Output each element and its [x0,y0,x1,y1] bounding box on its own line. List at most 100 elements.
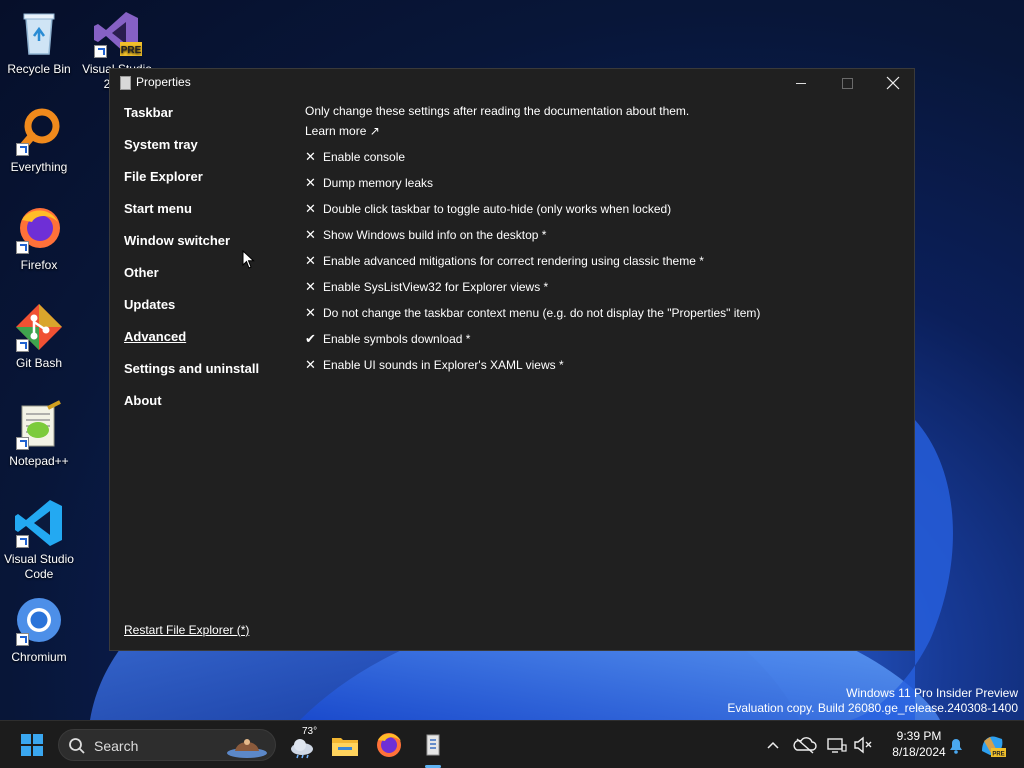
cross-icon: ✕ [305,175,316,190]
title-bar[interactable]: Properties [110,69,914,97]
properties-window: Properties Taskbar System tray File Expl… [109,68,915,651]
desktop-icon-label: Git Bash [15,356,63,370]
search-icon [69,738,85,754]
minimize-button[interactable] [778,69,824,97]
option-row[interactable]: ✕ Enable advanced mitigations for correct… [305,253,905,279]
git-bash-icon [14,302,64,352]
cross-icon: ✕ [305,357,316,372]
nav-item-label: Settings and uninstall [124,361,260,376]
taskbar-search-box[interactable]: Search [58,729,276,761]
desktop-icon-label: Visual Studio Code [4,552,74,581]
nav-item-label: System tray [124,137,198,152]
learn-more-link[interactable]: Learn more ↗ [305,123,905,149]
options-list: ✕ Enable console ✕ Dump memory leaks ✕ Double… [305,149,905,383]
desktop-icon-label: Chromium [11,650,67,664]
app-icon [120,76,131,90]
desktop-icon-label: Firefox [20,258,58,272]
windows-start-icon [21,734,43,756]
nav-item-window-switcher[interactable]: Window switcher [124,233,294,265]
option-row[interactable]: ✕ Show Windows build info on the desktop … [305,227,905,253]
chromium-icon [14,596,64,646]
option-label: Enable SysListView32 for Explorer views … [323,280,549,294]
nav-item-start-menu[interactable]: Start menu [124,201,294,233]
cross-icon: ✕ [305,279,316,294]
desktop-icon-notepad-plus-plus[interactable]: Notepad++ [0,400,78,469]
nav-item-advanced[interactable]: Advanced [124,329,294,361]
show-hidden-icons-button[interactable] [757,729,789,761]
cross-icon: ✕ [305,253,316,268]
firefox-icon [14,204,64,254]
desktop-icon-firefox[interactable]: Firefox [0,204,78,273]
desktop-icon-label: Notepad++ [9,454,69,468]
file-explorer-icon [332,738,358,756]
shortcut-arrow-icon [94,45,107,58]
maximize-button[interactable] [824,69,870,97]
option-label: Do not change the taskbar context menu (… [323,306,761,320]
copilot-pre-badge: PRE [992,752,1004,758]
nav-item-file-explorer[interactable]: File Explorer [124,169,294,201]
shortcut-arrow-icon [16,437,29,450]
close-button[interactable] [870,69,916,97]
nav-item-about[interactable]: About [124,393,294,425]
desktop-icon-label: Recycle Bin [7,62,71,76]
build-watermark: Windows 11 Pro Insider Preview Evaluatio… [727,686,1018,716]
nav-item-other[interactable]: Other [124,265,294,297]
restart-file-explorer-link[interactable]: Restart File Explorer (*) [124,623,249,637]
desktop-icon-recycle-bin[interactable]: Recycle Bin [0,8,78,77]
option-row[interactable]: ✕ Enable SysListView32 for Explorer views… [305,279,905,305]
shortcut-arrow-icon [16,241,29,254]
chevron-up-icon [767,741,779,749]
cross-icon: ✕ [305,201,316,216]
taskbar-file-explorer[interactable] [329,729,361,761]
cross-icon: ✕ [305,149,316,164]
onedrive-status[interactable] [789,729,821,761]
settings-nav: Taskbar System tray File Explorer Start … [124,105,294,425]
volume-status[interactable] [846,729,878,761]
notepad-plus-plus-icon [14,400,64,450]
properties-app-icon [426,734,440,756]
option-label: Double click taskbar to toggle auto-hide… [323,202,672,216]
speaker-muted-icon [854,736,872,754]
shortcut-arrow-icon [16,143,29,156]
nav-item-taskbar[interactable]: Taskbar [124,105,294,137]
option-row[interactable]: ✕ Enable UI sounds in Explorer's XAML vie… [305,357,905,383]
shortcut-arrow-icon [16,535,29,548]
shortcut-arrow-icon [16,339,29,352]
option-row[interactable]: ✕ Enable console [305,149,905,175]
desktop-icon-label: Everything [10,160,68,174]
weather-temperature: 73° [302,726,318,737]
desktop-icon-git-bash[interactable]: Git Bash [0,302,78,371]
maximize-icon [842,78,853,89]
desktop-icon-chromium[interactable]: Chromium [0,596,78,665]
desktop-icon-vscode[interactable]: Visual Studio Code [0,498,78,582]
copilot-button[interactable]: PRE [976,729,1008,761]
taskbar-properties-window[interactable] [417,729,449,761]
bell-icon [950,739,962,754]
option-row[interactable]: ✕ Double click taskbar to toggle auto-hid… [305,201,905,227]
option-row[interactable]: ✕ Do not change the taskbar context menu … [305,305,905,331]
option-label: Enable advanced mitigations for correct … [323,254,704,268]
vscode-icon [14,498,64,548]
start-button[interactable] [16,729,48,761]
documentation-note: Only change these settings after reading… [305,104,690,118]
nav-item-label: Start menu [124,201,192,216]
everything-search-icon [14,106,64,156]
advanced-settings-panel: Only change these settings after reading… [305,103,905,383]
nav-item-label: Other [124,265,159,280]
watermark-build: Evaluation copy. Build 26080.ge_release.… [727,701,1018,715]
option-row[interactable]: ✔ Enable symbols download * [305,331,905,357]
search-highlight-icon [227,739,267,758]
option-row[interactable]: ✕ Dump memory leaks [305,175,905,201]
pre-badge: PRE [121,45,142,56]
nav-item-updates[interactable]: Updates [124,297,294,329]
checkmark-icon: ✔ [305,331,316,346]
desktop-icon-everything[interactable]: Everything [0,106,78,175]
shortcut-arrow-icon [16,633,29,646]
nav-item-system-tray[interactable]: System tray [124,137,294,169]
minimize-icon [796,83,806,84]
copilot-icon: PRE [982,736,1006,758]
notifications-button[interactable] [940,729,972,761]
nav-item-settings-and-uninstall[interactable]: Settings and uninstall [124,361,294,393]
visual-studio-icon: PRE [92,8,142,58]
taskbar-firefox[interactable] [373,729,405,761]
